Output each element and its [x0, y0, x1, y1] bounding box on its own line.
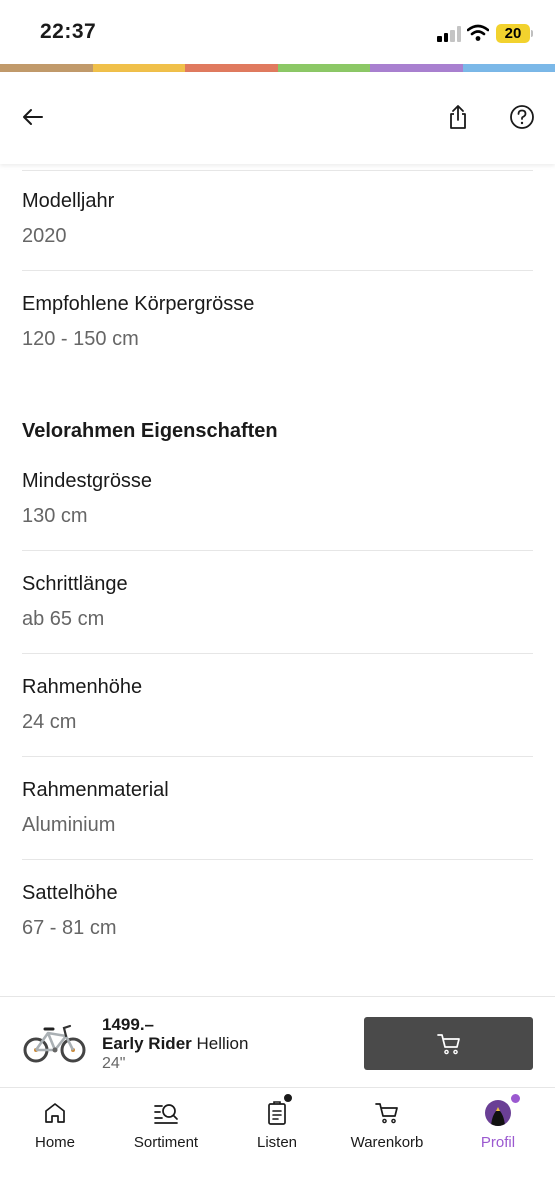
- home-icon: [40, 1098, 70, 1128]
- cart-icon: [436, 1033, 460, 1054]
- share-icon: [450, 105, 466, 129]
- color-strip-segment: [0, 64, 93, 72]
- divider: [22, 653, 533, 654]
- bottom-tab-bar: Home Sortiment Listen Warenkorb Profil: [0, 1088, 555, 1200]
- spec-label: Sattelhöhe: [22, 882, 118, 904]
- product-model: Hellion: [196, 1034, 249, 1053]
- divider: [22, 270, 533, 271]
- spec-value: 130 cm: [22, 505, 88, 527]
- catalog-search-icon: [151, 1098, 181, 1128]
- spec-value: 24 cm: [22, 711, 77, 733]
- battery-cap: [531, 30, 533, 37]
- spec-min-size: Mindestgrösse 130 cm: [22, 470, 533, 528]
- list-icon: [262, 1093, 293, 1128]
- spec-value: 67 - 81 cm: [22, 917, 117, 939]
- notification-dot: [510, 1093, 521, 1104]
- product-thumbnail: [22, 1019, 88, 1065]
- product-variant: 24": [102, 1055, 126, 1072]
- battery-indicator: 20: [496, 24, 530, 43]
- wifi-icon: [466, 24, 490, 47]
- product-name: Early Rider Hellion: [102, 1034, 248, 1054]
- spec-label: Empfohlene Körpergrösse: [22, 293, 255, 315]
- spec-label: Modelljahr: [22, 190, 115, 212]
- cellular-signal-icon: [437, 26, 463, 42]
- nav-header: [0, 72, 555, 164]
- spec-label: Rahmenmaterial: [22, 779, 169, 801]
- divider: [22, 859, 533, 860]
- back-button[interactable]: [18, 102, 48, 132]
- spec-frame-material: Rahmenmaterial Aluminium: [22, 779, 533, 837]
- help-button[interactable]: [507, 102, 537, 132]
- spec-label: Rahmenhöhe: [22, 676, 143, 698]
- spec-frame-height: Rahmenhöhe 24 cm: [22, 676, 533, 734]
- color-strip-segment: [92, 64, 185, 72]
- divider: [22, 550, 533, 551]
- arrow-left-icon: [23, 109, 43, 125]
- tab-profil[interactable]: Profil: [448, 1093, 548, 1158]
- color-strip-segment: [277, 64, 370, 72]
- spec-inseam: Schrittlänge ab 65 cm: [22, 573, 533, 631]
- tab-label: Home: [34, 1134, 75, 1151]
- add-to-cart-button[interactable]: [364, 1017, 533, 1070]
- tab-label: Listen: [256, 1134, 298, 1151]
- color-strip-segment: [185, 64, 278, 72]
- share-button[interactable]: [443, 102, 473, 132]
- tab-label: Profil: [480, 1134, 516, 1151]
- tab-label: Warenkorb: [350, 1134, 424, 1151]
- status-bar: 22:37 20: [0, 0, 555, 64]
- tab-warenkorb[interactable]: Warenkorb: [337, 1098, 437, 1158]
- tab-home[interactable]: Home: [5, 1098, 105, 1158]
- spec-value: Aluminium: [22, 814, 116, 836]
- spec-saddle-height: Sattelhöhe 67 - 81 cm: [22, 882, 533, 940]
- spec-model-year: Modelljahr 2020: [22, 190, 533, 248]
- avatar-icon: [483, 1093, 521, 1128]
- divider: [22, 756, 533, 757]
- color-strip-segment: [370, 64, 463, 72]
- spec-label: Schrittlänge: [22, 573, 128, 595]
- avatar: [485, 1100, 511, 1126]
- notification-dot: [283, 1093, 293, 1103]
- cart-icon: [372, 1098, 402, 1128]
- help-circle-icon: [510, 105, 534, 129]
- sticky-product-bar: 1499.– Early Rider Hellion 24": [0, 996, 555, 1088]
- spec-label: Mindestgrösse: [22, 470, 153, 492]
- product-price: 1499.–: [102, 1015, 154, 1034]
- tab-label: Sortiment: [133, 1134, 199, 1151]
- product-brand: Early Rider: [102, 1034, 192, 1053]
- brand-color-strip: [0, 64, 555, 72]
- section-title-frame: Velorahmen Eigenschaften: [22, 420, 278, 442]
- spec-value: 2020: [22, 225, 67, 247]
- tab-listen[interactable]: Listen: [227, 1093, 327, 1158]
- color-strip-segment: [462, 64, 555, 72]
- spec-value: 120 - 150 cm: [22, 328, 139, 350]
- divider: [22, 170, 533, 171]
- spec-recommended-height: Empfohlene Körpergrösse 120 - 150 cm: [22, 293, 533, 351]
- spec-value: ab 65 cm: [22, 608, 105, 630]
- status-time: 22:37: [40, 20, 97, 43]
- product-specs-list[interactable]: Modelljahr 2020 Empfohlene Körpergrösse …: [0, 164, 555, 996]
- tab-sortiment[interactable]: Sortiment: [116, 1098, 216, 1158]
